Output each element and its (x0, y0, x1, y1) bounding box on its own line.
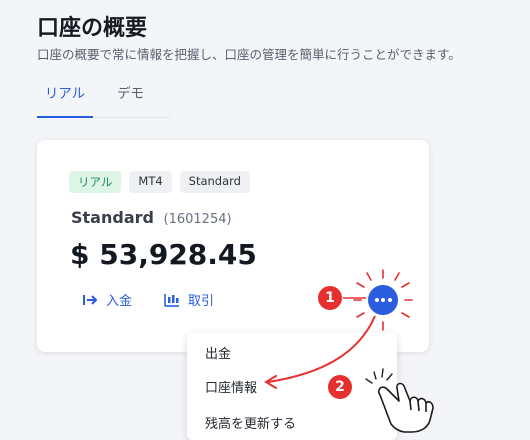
menu-item-account-info[interactable]: 口座情報 (205, 377, 257, 396)
step-2-marker: 2 (328, 375, 352, 399)
account-badges: リアル MT4 Standard (69, 171, 250, 193)
account-actions: 入金 取引 (82, 290, 214, 309)
trade-label: 取引 (188, 294, 215, 309)
page-title: 口座の概要 (37, 16, 148, 41)
account-name: Standard (1601254) (71, 208, 232, 227)
deposit-label: 入金 (106, 294, 133, 309)
page-subtitle: 口座の概要で常に情報を把握し、口座の管理を簡単に行うことができます。 (37, 47, 461, 62)
deposit-button[interactable]: 入金 (82, 290, 132, 309)
account-menu: 出金 口座情報 残高を更新する (187, 333, 397, 440)
step-1-marker: 1 (318, 286, 342, 310)
badge-real: リアル (69, 171, 122, 193)
enter-arrow-icon (82, 293, 98, 307)
trade-button[interactable]: 取引 (164, 290, 214, 309)
badge-platform: MT4 (129, 171, 172, 193)
menu-item-withdraw[interactable]: 出金 (205, 343, 231, 362)
candlestick-chart-icon (164, 293, 180, 307)
account-type-tabs: リアル デモ (37, 80, 170, 118)
more-dots-icon (374, 298, 379, 302)
account-balance: $ 53,928.45 (70, 238, 257, 271)
menu-item-refresh-balance[interactable]: 残高を更新する (205, 413, 296, 432)
badge-account-type: Standard (179, 171, 250, 193)
account-card: リアル MT4 Standard Standard (1601254) $ 53… (37, 140, 429, 352)
more-options-button[interactable] (368, 285, 398, 315)
account-number: (1601254) (163, 212, 232, 227)
account-name-text: Standard (71, 208, 154, 227)
tab-demo[interactable]: デモ (117, 82, 144, 102)
tab-real[interactable]: リアル (37, 82, 93, 118)
